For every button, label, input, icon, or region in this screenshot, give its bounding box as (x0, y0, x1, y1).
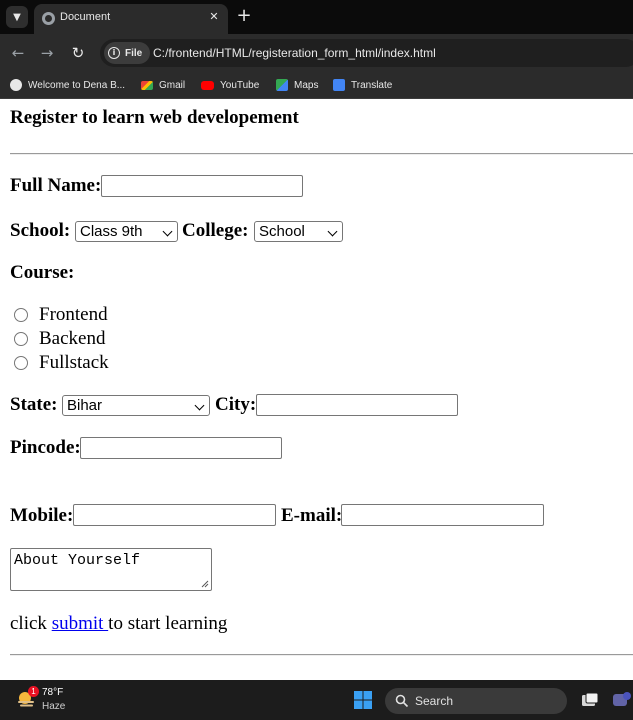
site-info-label: File (125, 47, 143, 59)
bookmark-youtube[interactable]: YouTube (201, 77, 259, 93)
mobile-input[interactable] (73, 504, 276, 526)
course-option-fullstack[interactable]: Fullstack (14, 352, 109, 374)
taskbar-search[interactable]: Search (385, 688, 567, 714)
bookmark-label: Translate (351, 79, 393, 91)
search-label: Search (415, 694, 454, 708)
youtube-icon (201, 80, 214, 90)
windows-start-icon[interactable] (353, 690, 373, 710)
state-select[interactable]: Bihar (62, 395, 210, 416)
submit-prefix: click (10, 613, 52, 634)
divider (10, 654, 633, 656)
arrow-left-icon[interactable]: ← (8, 43, 28, 63)
college-label: College: (182, 220, 249, 241)
chevron-down-icon: ▼ (13, 11, 21, 23)
chevron-down-icon (194, 400, 205, 411)
college-select[interactable]: School (254, 221, 343, 242)
full-name-label: Full Name: (10, 175, 102, 196)
about-textarea-value: About Yourself (14, 552, 141, 569)
bookmark-translate[interactable]: Translate (333, 77, 392, 93)
page-title: Register to learn web developement (10, 107, 299, 128)
full-name-input[interactable] (101, 175, 303, 197)
search-icon (395, 694, 409, 708)
state-label: State: (10, 394, 58, 415)
bookmarks-bar: Welcome to Dena B... Gmail YouTube Maps … (0, 72, 633, 99)
close-icon[interactable]: ✕ (206, 9, 222, 25)
submit-line: click submit to start learning (10, 613, 227, 635)
globe-icon (42, 12, 55, 25)
task-view-icon[interactable] (580, 690, 600, 710)
radio-button[interactable] (14, 308, 28, 322)
course-label: Course: (10, 262, 75, 283)
radio-label: Backend (39, 328, 106, 349)
bookmark-label: Maps (294, 79, 319, 91)
address-bar[interactable]: i File C:/frontend/HTML/registeration_fo… (100, 39, 633, 67)
radio-button[interactable] (14, 356, 28, 370)
pincode-label: Pincode: (10, 437, 81, 458)
tab-search-button[interactable]: ▼ (6, 6, 28, 28)
radio-label: Frontend (39, 304, 108, 325)
city-label: City: (215, 394, 257, 415)
bookmark-maps[interactable]: Maps (276, 77, 318, 93)
pincode-input[interactable] (80, 437, 282, 459)
tab-document[interactable]: Document ✕ (34, 4, 228, 34)
browser-toolbar: ← → ↻ i File C:/frontend/HTML/registerat… (0, 34, 633, 72)
url-text[interactable]: C:/frontend/HTML/registeration_form_html… (153, 46, 436, 60)
arrow-right-icon[interactable]: → (37, 43, 57, 63)
taskbar: 1 78°F Haze Search (0, 680, 633, 720)
translate-icon (333, 79, 345, 91)
radio-label: Fullstack (39, 352, 109, 373)
course-option-backend[interactable]: Backend (14, 328, 105, 350)
resize-handle-icon[interactable] (201, 580, 209, 588)
submit-link[interactable]: submit (52, 613, 108, 634)
bookmark-welcome[interactable]: Welcome to Dena B... (10, 77, 125, 93)
site-info-chip[interactable]: i File (104, 42, 151, 64)
bookmark-gmail[interactable]: Gmail (141, 77, 185, 93)
mobile-label: Mobile: (10, 505, 74, 526)
school-label: School: (10, 220, 71, 241)
about-textarea[interactable]: About Yourself (10, 548, 212, 591)
chevron-down-icon (327, 226, 338, 237)
page-content: Register to learn web developement Full … (0, 99, 633, 680)
bookmark-label: Welcome to Dena B... (28, 79, 126, 91)
college-select-value: School (259, 223, 305, 240)
city-input[interactable] (256, 394, 458, 416)
tab-strip: ▼ Document ✕ + (0, 0, 633, 34)
bookmark-label: Gmail (159, 79, 186, 91)
bookmark-label: YouTube (220, 79, 260, 91)
globe-icon (10, 79, 22, 91)
weather-condition: Haze (42, 701, 66, 712)
chevron-down-icon (162, 226, 173, 237)
chat-icon[interactable] (611, 690, 633, 710)
school-select-value: Class 9th (80, 223, 143, 240)
tab-title: Document (60, 11, 111, 23)
email-label: E-mail: (281, 505, 343, 526)
reload-icon[interactable]: ↻ (68, 43, 88, 63)
new-tab-button[interactable]: + (236, 6, 252, 26)
course-option-frontend[interactable]: Frontend (14, 304, 108, 326)
email-input[interactable] (341, 504, 544, 526)
weather-temp: 78°F (42, 687, 64, 698)
state-select-value: Bihar (67, 397, 103, 414)
maps-icon (276, 79, 288, 91)
gmail-icon (141, 80, 153, 90)
radio-button[interactable] (14, 332, 28, 346)
notification-badge: 1 (28, 686, 39, 697)
school-select[interactable]: Class 9th (75, 221, 178, 242)
submit-suffix: to start learning (108, 613, 228, 634)
divider (10, 153, 633, 155)
info-icon: i (108, 47, 120, 59)
